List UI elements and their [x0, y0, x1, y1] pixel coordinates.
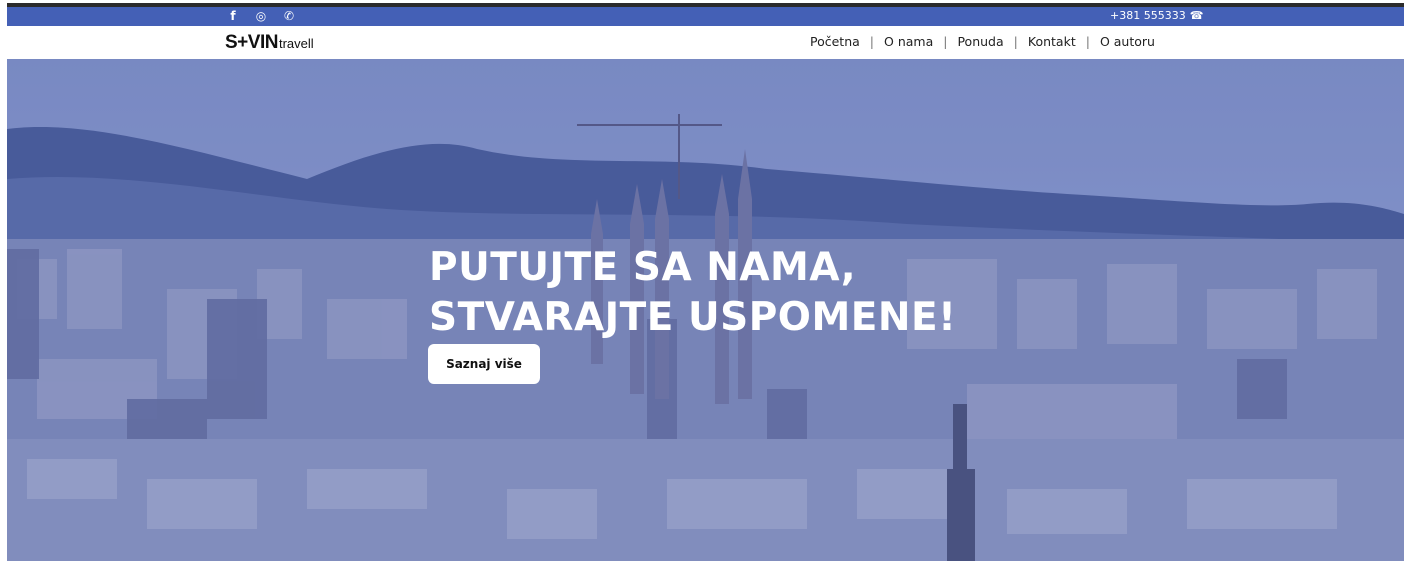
nav-item-o-autoru[interactable]: O autoru — [1100, 34, 1155, 49]
facebook-icon[interactable]: f — [225, 8, 241, 24]
nav-separator: | — [943, 34, 948, 49]
learn-more-button[interactable]: Saznaj više — [428, 344, 540, 384]
main-navbar: S+VIN travell Početna | O nama | Ponuda … — [7, 26, 1404, 59]
nav-item-o-nama[interactable]: O nama — [884, 34, 933, 49]
nav-separator: | — [1085, 34, 1090, 49]
main-nav: Početna | O nama | Ponuda | Kontakt | O … — [810, 34, 1155, 49]
logo-main-text: S+VIN — [225, 32, 278, 53]
nav-separator: | — [869, 34, 875, 49]
nav-separator: | — [1013, 34, 1018, 49]
hero-headline-line2: STVARAJTE USPOMENE! — [429, 295, 957, 340]
hero-headline-line1: PUTUJTE SA NAMA, — [429, 245, 857, 290]
site-logo[interactable]: S+VIN travell — [225, 32, 314, 54]
hero-headline: PUTUJTE SA NAMA, STVARAJTE USPOMENE! — [429, 243, 956, 343]
top-contact-bar: f ◎ ✆ +381 555333 ☎ — [7, 7, 1404, 26]
nav-item-kontakt[interactable]: Kontakt — [1028, 34, 1076, 49]
whatsapp-icon[interactable]: ✆ — [281, 8, 297, 24]
instagram-icon[interactable]: ◎ — [253, 8, 269, 24]
social-links: f ◎ ✆ — [225, 8, 297, 24]
phone-number[interactable]: +381 555333 — [1110, 9, 1186, 22]
phone-contact[interactable]: +381 555333 ☎ — [1110, 9, 1203, 22]
nav-item-pocetna[interactable]: Početna — [810, 34, 860, 49]
nav-item-ponuda[interactable]: Ponuda — [957, 34, 1003, 49]
phone-icon: ☎ — [1189, 9, 1204, 22]
hero-banner: PUTUJTE SA NAMA, STVARAJTE USPOMENE! Saz… — [7, 59, 1404, 561]
logo-sub-text: travell — [278, 36, 314, 51]
